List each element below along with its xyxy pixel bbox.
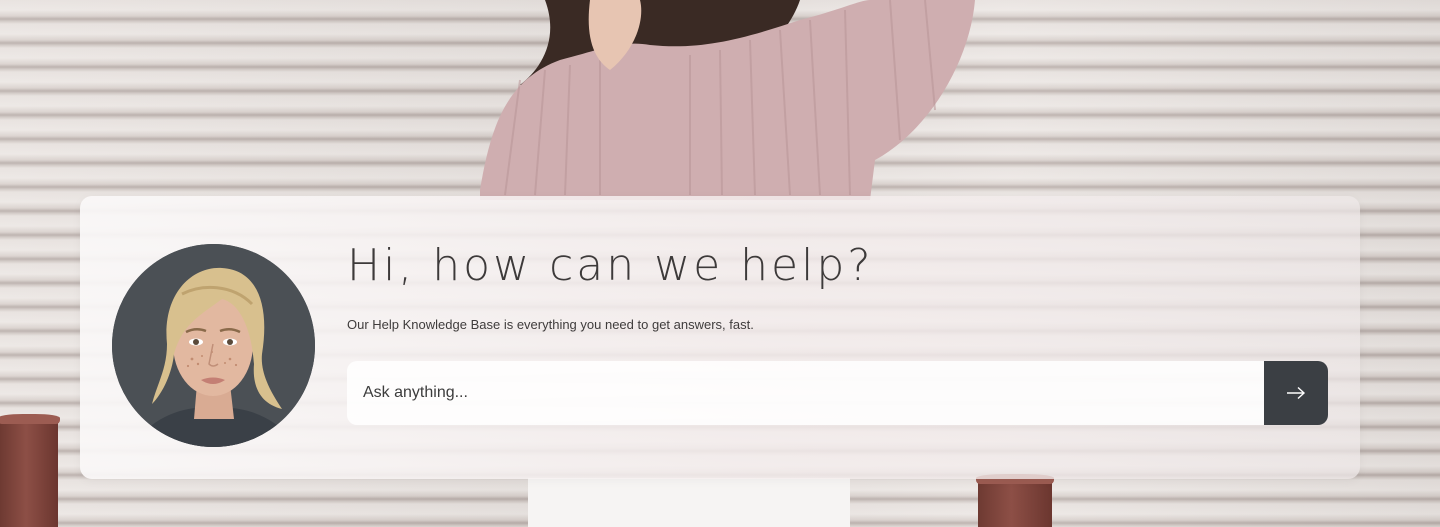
bollard-right xyxy=(976,474,1054,527)
search-bar xyxy=(347,361,1328,425)
bollard-left xyxy=(0,414,60,527)
search-input[interactable] xyxy=(347,361,1264,425)
page-title: Hi, how can we help? xyxy=(347,240,874,291)
avatar-portrait-icon xyxy=(112,244,315,447)
search-submit-button[interactable] xyxy=(1264,361,1328,425)
help-search-panel: Hi, how can we help? Our Help Knowledge … xyxy=(80,196,1360,479)
arrow-right-icon xyxy=(1287,386,1306,400)
page-subtitle: Our Help Knowledge Base is everything yo… xyxy=(347,317,754,332)
support-agent-avatar xyxy=(112,244,315,447)
hero-section: Hi, how can we help? Our Help Knowledge … xyxy=(0,0,1440,527)
